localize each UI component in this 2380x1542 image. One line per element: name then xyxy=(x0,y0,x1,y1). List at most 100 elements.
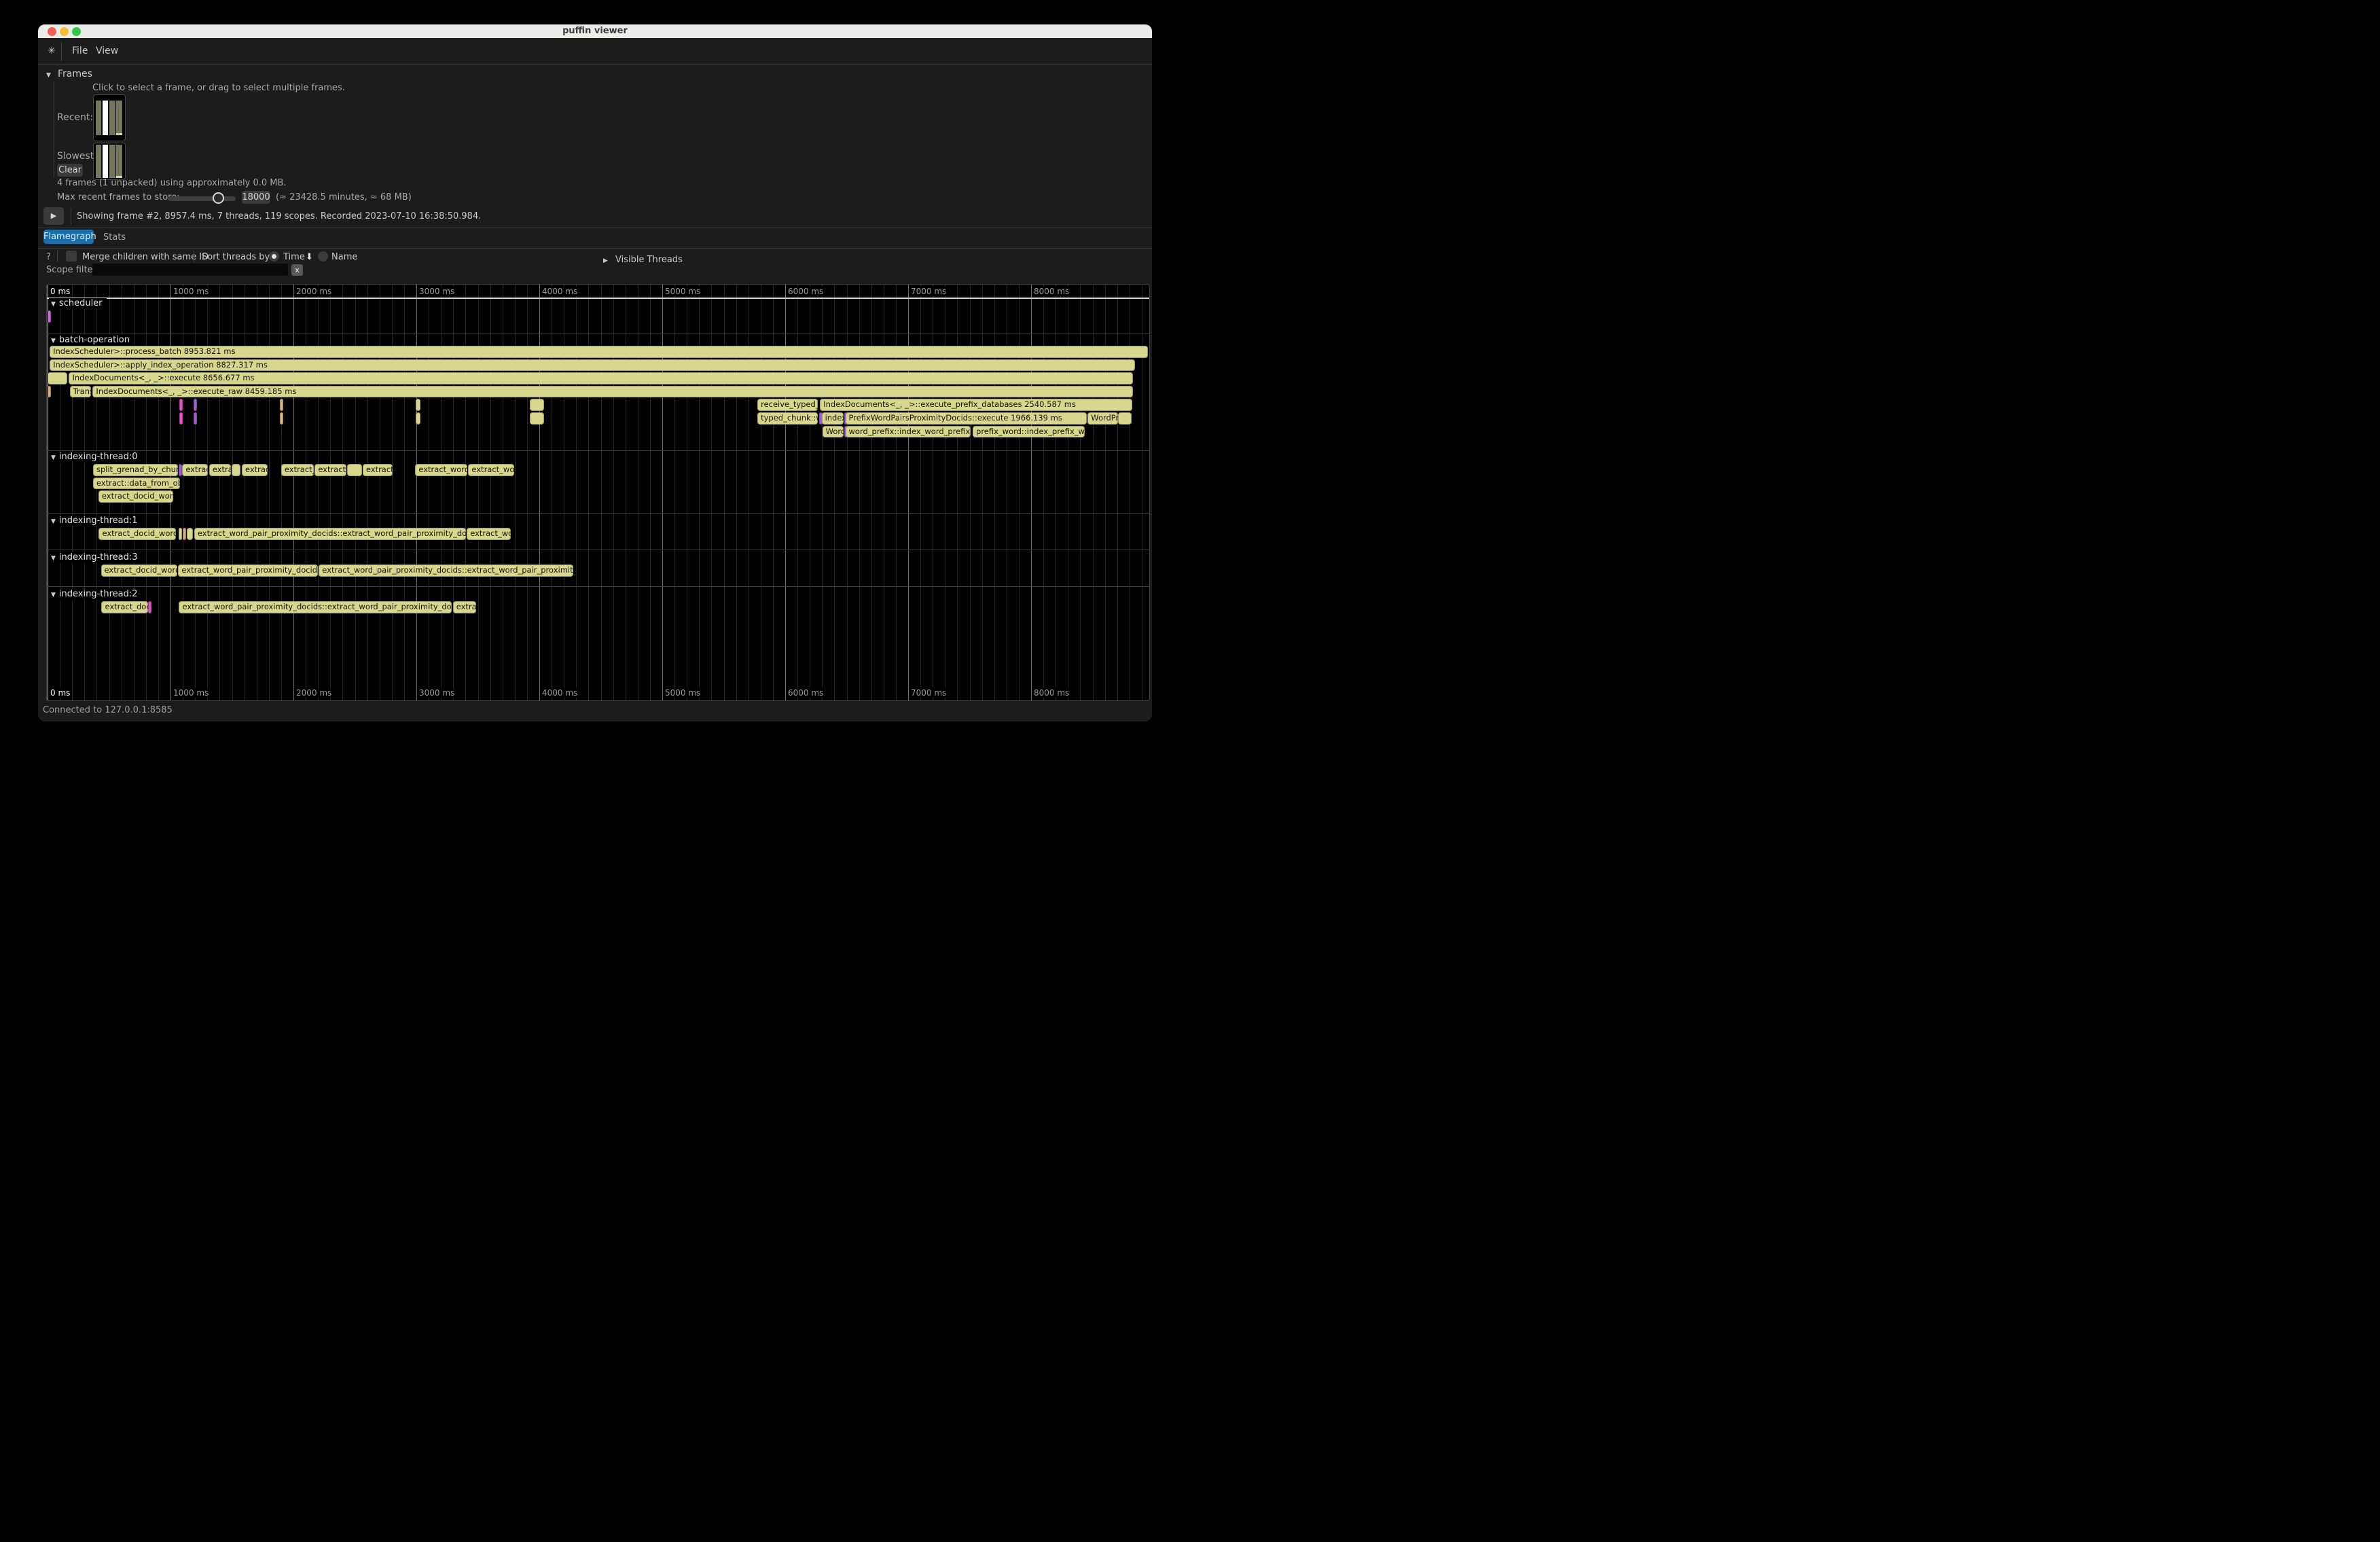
flame-scope-tick[interactable] xyxy=(416,399,420,411)
flame-scope-bar[interactable]: PrefixWordPairsProximityDocids::execute … xyxy=(846,412,1087,425)
recent-frames-thumbnail[interactable] xyxy=(93,94,126,141)
flame-scope-bar[interactable]: extract xyxy=(363,464,393,476)
flame-scope-bar[interactable]: prefix_word::index_prefix_wo xyxy=(973,426,1085,438)
timeline-tick-label: 8000 ms xyxy=(1032,287,1071,296)
play-button[interactable]: ▶ xyxy=(43,207,64,225)
timeline-tick-label: 3000 ms xyxy=(417,688,456,698)
flame-scope-bar[interactable]: extract_word xyxy=(415,464,467,476)
merge-children-checkbox[interactable] xyxy=(66,251,77,262)
thread-header-indexing-thread-2[interactable]: ▼indexing-thread:2 xyxy=(49,589,142,600)
frame-bar[interactable] xyxy=(109,101,115,135)
flame-scope-bar[interactable]: IndexScheduler>::apply_index_operation 8… xyxy=(50,359,1135,372)
thread-header-indexing-thread-1[interactable]: ▼indexing-thread:1 xyxy=(49,516,142,526)
flame-scope-bar[interactable]: extrac xyxy=(242,464,268,476)
sort-time-radio[interactable] xyxy=(269,251,279,262)
flame-scope-bar[interactable]: IndexDocuments<_, _>::execute_raw 8459.1… xyxy=(92,386,1132,398)
frames-section-header[interactable]: ▼ Frames xyxy=(46,67,92,79)
flame-scope-tick[interactable] xyxy=(530,412,544,425)
thread-header-scheduler[interactable]: ▼scheduler xyxy=(49,298,107,309)
flame-scope-tick[interactable] xyxy=(280,399,283,411)
thread-header-indexing-thread-3[interactable]: ▼indexing-thread:3 xyxy=(49,552,142,563)
flamegraph-panel[interactable]: 0 ms0 ms1000 ms1000 ms2000 ms2000 ms3000… xyxy=(46,284,1150,701)
frame-bar[interactable] xyxy=(96,145,102,178)
flame-scope-bar[interactable]: extract_word_pair_proximity_docids::extr… xyxy=(194,528,466,540)
slowest-frames-thumbnail[interactable] xyxy=(93,143,126,180)
flame-scope-tick[interactable] xyxy=(179,528,182,540)
flame-scope-tick[interactable] xyxy=(148,601,151,613)
flame-scope-bar[interactable]: extrac xyxy=(453,601,476,613)
flame-scope-tick[interactable] xyxy=(48,310,51,323)
flame-scope-bar[interactable]: extract_docid_word xyxy=(98,528,176,540)
clear-button[interactable]: Clear xyxy=(57,164,83,177)
flame-scope-bar[interactable]: extract_ xyxy=(314,464,346,476)
flame-scope-tick[interactable] xyxy=(232,464,240,476)
flame-scope-bar[interactable]: WordPr xyxy=(1087,412,1117,425)
sort-name-label[interactable]: Name xyxy=(331,252,357,262)
flame-scope-bar[interactable]: receive_typed_ xyxy=(757,399,818,411)
frame-bar[interactable] xyxy=(103,145,109,178)
flame-scope-tick[interactable] xyxy=(530,399,544,411)
collapse-arrow-icon: ▼ xyxy=(51,301,56,308)
thread-header-batch-operation[interactable]: ▼batch-operation xyxy=(49,335,134,346)
thread-header-indexing-thread-0[interactable]: ▼indexing-thread:0 xyxy=(49,452,142,463)
flame-scope-tick[interactable] xyxy=(187,528,193,540)
tab-flamegraph[interactable]: Flamegraph xyxy=(43,230,94,244)
flame-scope-tick[interactable] xyxy=(347,464,362,476)
flame-scope-tick[interactable] xyxy=(1118,412,1131,425)
flame-scope-bar[interactable]: extract xyxy=(182,464,207,476)
flame-scope-bar[interactable]: IndexDocuments<_, _>::execute 8656.677 m… xyxy=(69,372,1133,384)
sort-time-label[interactable]: Time xyxy=(283,252,305,262)
sort-direction-icon[interactable]: ⬇ xyxy=(306,252,313,262)
frame-bar[interactable] xyxy=(109,145,115,178)
menu-file[interactable]: File xyxy=(72,46,88,56)
max-frames-slider[interactable] xyxy=(168,196,236,201)
flame-scope-tick[interactable] xyxy=(179,399,183,411)
scope-filter-input[interactable] xyxy=(92,264,288,276)
flame-scope-bar[interactable]: extract_word_pair_proximity_docids::extr… xyxy=(319,564,573,577)
flame-scope-bar[interactable]: split_grenad_by_chun xyxy=(93,464,178,476)
max-frames-value[interactable]: 18000 xyxy=(242,191,270,204)
flame-scope-bar[interactable]: typed_chunk::w xyxy=(757,412,818,425)
flame-scope-tick[interactable] xyxy=(194,412,197,425)
flame-scope-tick[interactable] xyxy=(280,412,283,425)
frame-bar[interactable] xyxy=(116,101,122,135)
flame-scope-bar[interactable]: extract_word_pair_proximity_docids xyxy=(178,564,317,577)
separator xyxy=(38,248,1152,249)
max-frames-note: (≈ 23428.5 minutes, ≈ 68 MB) xyxy=(276,192,412,202)
help-button[interactable]: ? xyxy=(46,252,51,262)
flame-scope-bar[interactable]: extract_docid_word xyxy=(101,564,177,577)
flame-scope-bar[interactable]: IndexScheduler>::process_batch 8953.821 … xyxy=(50,346,1148,358)
flame-scope-bar[interactable]: extract_docid_word xyxy=(98,490,173,503)
flame-scope-tick[interactable] xyxy=(48,372,67,384)
flame-scope-bar[interactable]: extract_ xyxy=(281,464,314,476)
flame-scope-tick[interactable] xyxy=(179,464,182,476)
sort-name-radio[interactable] xyxy=(318,251,328,262)
flame-scope-bar[interactable]: extract_doc xyxy=(101,601,147,613)
flame-scope-tick[interactable] xyxy=(179,412,183,425)
flame-scope-tick[interactable] xyxy=(416,412,420,425)
flame-scope-bar[interactable]: IndexDocuments<_, _>::execute_prefix_dat… xyxy=(820,399,1132,411)
tab-stats[interactable]: Stats xyxy=(103,232,126,243)
flame-scope-bar[interactable]: index xyxy=(822,412,844,425)
flame-scope-bar[interactable]: extract_word_pair_proximity_docids::extr… xyxy=(179,601,452,613)
timeline-tick-label: 2000 ms xyxy=(294,688,333,698)
flame-scope-bar[interactable]: extract_wo xyxy=(468,464,513,476)
menu-view[interactable]: View xyxy=(96,46,118,56)
frame-bar[interactable] xyxy=(96,101,102,135)
flame-scope-bar[interactable]: extract::data_from_ob xyxy=(93,478,181,490)
flame-scope-bar[interactable]: Word xyxy=(823,426,844,438)
flame-scope-bar[interactable]: word_prefix::index_word_prefix_ xyxy=(846,426,971,438)
timeline-tick-label: 6000 ms xyxy=(786,287,825,296)
flame-scope-bar[interactable]: extra xyxy=(209,464,231,476)
flame-scope-tick[interactable] xyxy=(194,399,197,411)
flame-scope-tick[interactable] xyxy=(48,386,51,398)
app-menu-icon[interactable]: ✳ xyxy=(48,46,56,56)
frame-bar[interactable] xyxy=(103,101,109,135)
frame-bar[interactable] xyxy=(116,145,122,178)
clear-filter-button[interactable]: x xyxy=(291,264,303,276)
flame-scope-tick[interactable] xyxy=(183,528,186,540)
visible-threads-toggle[interactable]: ▶ Visible Threads xyxy=(603,252,683,265)
flame-scope-bar[interactable]: extract_wo xyxy=(467,528,511,540)
flame-scope-bar[interactable]: Trans xyxy=(70,386,91,398)
slider-knob[interactable] xyxy=(213,192,224,204)
